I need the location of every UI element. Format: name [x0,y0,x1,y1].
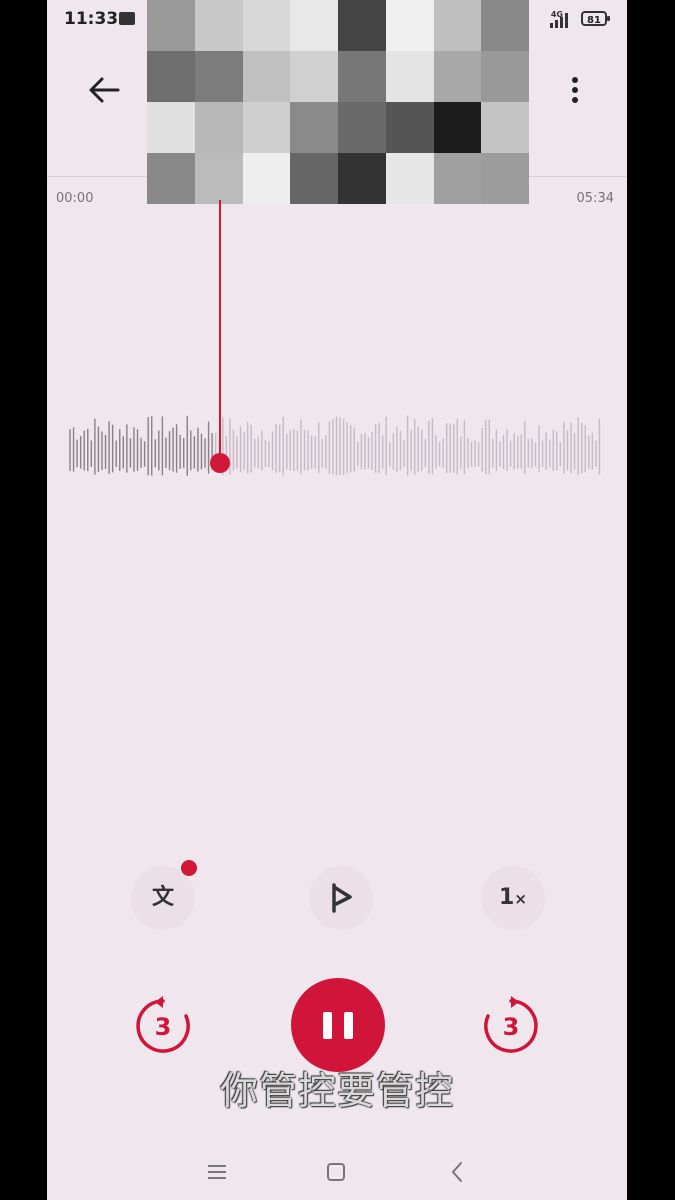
flag-button[interactable] [309,866,373,930]
timeline-end-time: 05:34 [576,191,614,206]
forward-icon: 3 [484,996,538,1053]
rewind-button[interactable]: 3 [133,996,193,1056]
signal-icon [550,13,568,28]
system-nav-bar [47,1140,627,1196]
home-square-icon[interactable] [316,1152,356,1192]
menu-icon[interactable] [197,1152,237,1192]
back-chevron-icon[interactable] [437,1152,477,1192]
replay-icon: 3 [136,996,190,1053]
battery-indicator: 81 [581,11,610,26]
playhead-handle[interactable] [210,453,230,473]
forward-button[interactable]: 3 [481,996,541,1056]
playback-speed-button[interactable]: 1× [481,866,545,930]
pause-icon-bar-left [323,1012,332,1039]
message-icon [119,12,135,25]
secondary-controls: 文 1× [47,860,627,930]
playhead-line[interactable] [219,200,221,462]
status-time: 11:33 [64,9,119,29]
speed-suffix: × [514,890,527,908]
speed-value: 1 [499,885,515,910]
transcript-button[interactable]: 文 [131,866,195,930]
flag-icon [332,883,352,913]
recorder-screen: 11:33 4G 81 00:00 05:34 文 1× 3 3 你管控要管控 [47,0,627,1200]
transcript-label: 文 [151,885,174,910]
pause-button[interactable] [291,978,385,1072]
pause-icon-bar-right [344,1012,353,1039]
back-arrow-icon[interactable] [84,70,124,110]
timeline-start-time: 00:00 [56,191,94,206]
forward-seconds: 3 [503,1013,520,1041]
transcript-badge-dot [181,860,197,876]
audio-waveform[interactable] [69,380,602,490]
rewind-seconds: 3 [155,1013,172,1041]
video-subtitle: 你管控要管控 [219,1069,454,1113]
more-vertical-icon[interactable] [565,72,585,108]
censored-title-pixelation [147,0,529,204]
